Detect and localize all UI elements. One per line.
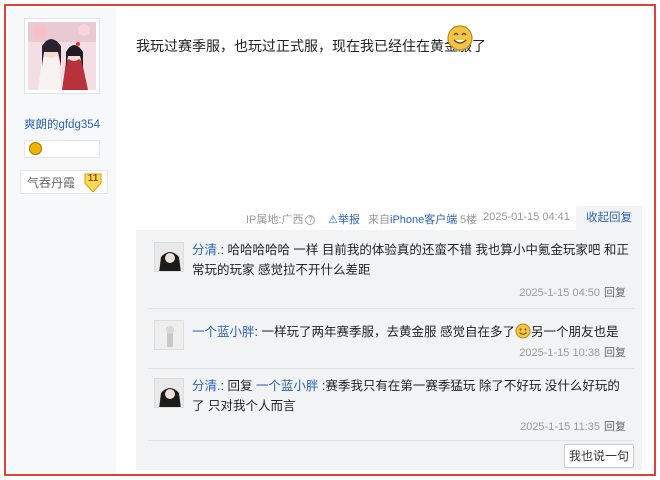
level-badge-icon: 11	[83, 172, 103, 193]
client-link[interactable]: iPhone客户端	[390, 214, 457, 226]
avatar[interactable]	[154, 320, 184, 350]
reply-button[interactable]: 回复	[604, 347, 626, 359]
avatar[interactable]	[154, 242, 184, 272]
divider	[148, 308, 634, 309]
smile-emoji-icon	[446, 24, 474, 52]
reply-author[interactable]: 一个蓝小胖	[192, 325, 255, 339]
reply-target-link[interactable]: 一个蓝小胖	[256, 379, 319, 393]
list-item: 一个蓝小胖: 一样玩了两年赛季服，去黄金服 感觉自在多了 另一个朋友也是 2025…	[148, 318, 634, 362]
post-time: 2025-01-15 04:41	[483, 211, 570, 223]
list-item: 分清.: 回复 一个蓝小胖 :赛季我只有在第一赛季猛玩 除了不好玩 没什么好玩的…	[148, 376, 634, 433]
reply-text: 分清.: 回复 一个蓝小胖 :赛季我只有在第一赛季猛玩 除了不好玩 没什么好玩的…	[192, 379, 620, 413]
username-link[interactable]: 爽朗的gfdg354	[8, 116, 116, 132]
help-icon[interactable]: ?	[305, 215, 316, 226]
ip-location: IP属地:广西?	[246, 211, 316, 227]
reply-list: 分清.: 哈哈哈哈哈 一样 目前我的体验真的还蛮不错 我也算小中氪金玩家吧 和正…	[136, 230, 642, 470]
reply-author[interactable]: 分清.	[192, 379, 220, 393]
reply-button[interactable]: 回复	[604, 421, 626, 433]
post-meta: IP属地:广西? ⚠举报 来自iPhone客户端 5楼 2025-01-15 0…	[6, 206, 654, 230]
reply-text: 一个蓝小胖: 一样玩了两年赛季服，去黄金服 感觉自在多了 另一个朋友也是	[192, 323, 619, 339]
floor-number: 5楼	[460, 214, 478, 226]
reply-time: 2025-1-15 10:38 回复	[519, 347, 626, 359]
reply-time: 2025-1-15 04:50 回复	[519, 287, 626, 299]
warning-icon: ⚠	[328, 214, 338, 226]
avatar-box[interactable]	[24, 18, 100, 94]
divider	[148, 440, 634, 441]
level-number: 11	[87, 173, 99, 184]
reply-button[interactable]: 回复	[604, 287, 626, 299]
medal-icon[interactable]	[29, 142, 42, 155]
collapse-replies-button[interactable]: 收起回复	[576, 206, 642, 230]
level-name: 气吞丹霞	[27, 175, 76, 190]
reply-text: 分清.: 哈哈哈哈哈 一样 目前我的体验真的还蛮不错 我也算小中氪金玩家吧 和正…	[192, 243, 629, 277]
post-content: 我玩过赛季服，也玩过正式服，现在我已经住在黄金服了	[136, 38, 486, 54]
reply-time: 2025-1-15 11:35 回复	[520, 421, 626, 433]
avatar[interactable]	[28, 22, 96, 90]
report-link[interactable]: ⚠举报	[328, 211, 360, 227]
user-sidebar: 爽朗的gfdg354 气吞丹霞 11	[8, 8, 116, 474]
say-something-button[interactable]: 我也说一句	[564, 444, 634, 468]
list-item: 分清.: 哈哈哈哈哈 一样 目前我的体验真的还蛮不错 我也算小中氪金玩家吧 和正…	[148, 240, 634, 300]
source-label: 来自iPhone客户端	[368, 214, 458, 226]
reply-author[interactable]: 分清.	[192, 243, 220, 257]
grin-emoji-icon	[515, 323, 531, 339]
avatar[interactable]	[154, 378, 184, 408]
level-row[interactable]: 气吞丹霞 11	[20, 170, 108, 194]
badge-row	[24, 140, 100, 158]
post-frame: 爽朗的gfdg354 气吞丹霞 11 我玩过赛季服，也玩过正式服，现在我已经住在…	[4, 4, 656, 476]
divider	[148, 368, 634, 369]
